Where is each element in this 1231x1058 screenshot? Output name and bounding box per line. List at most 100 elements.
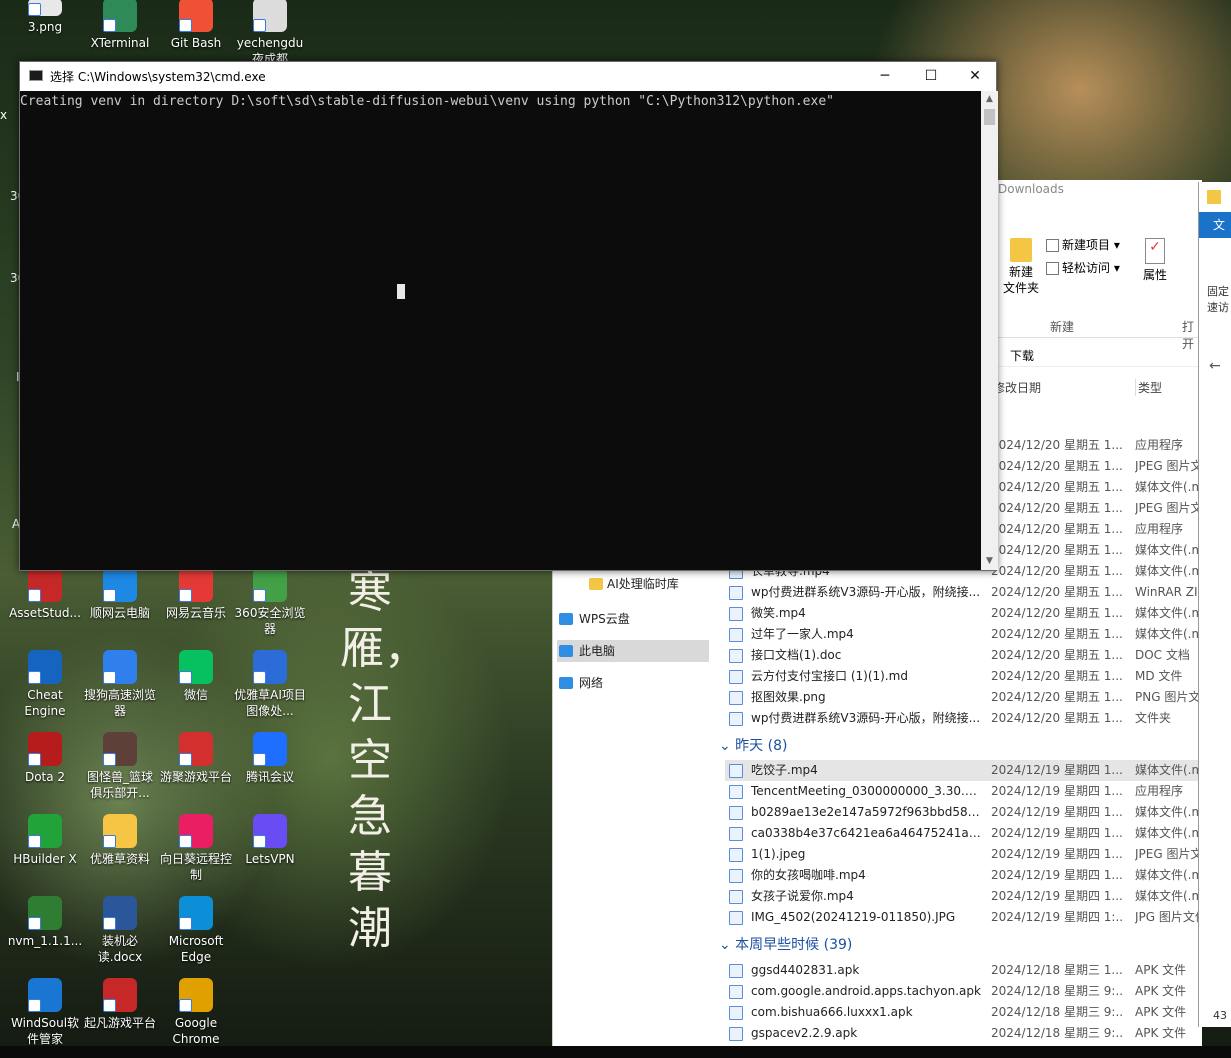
desktop-icon[interactable]: AssetStud... — [7, 568, 83, 648]
item-count: 43 — [1213, 1009, 1227, 1022]
cmd-title-bar[interactable]: 选择 C:\Windows\system32\cmd.exe ─ ☐ ✕ — [20, 62, 996, 91]
file-date: 2024/12/20 星期五 1... — [991, 480, 1123, 494]
easy-access-button[interactable]: 轻松访问 ▾ — [1046, 259, 1120, 276]
desktop-icon[interactable]: 360安全浏览器 — [232, 568, 308, 648]
file-name: com.google.android.apps.tachyon.apk — [751, 984, 981, 998]
desktop-icon[interactable]: Dota 2 — [7, 732, 83, 812]
file-icon — [729, 691, 743, 705]
file-row[interactable]: wp付费进群系统V3源码-开心版，附绕接... 2024/12/20 星期五 1.… — [725, 708, 1203, 729]
desktop-icon[interactable]: 图怪兽_篮球俱乐部开... — [82, 732, 158, 812]
properties-icon: ✓ — [1145, 238, 1165, 264]
file-row[interactable]: gspacev2.2.9.apk 2024/12/18 星期三 9:... APK … — [725, 1023, 1203, 1044]
file-row[interactable]: 微笑.mp4 2024/12/20 星期五 1... 媒体文件(.mp4) — [725, 603, 1205, 624]
file-name: TencentMeeting_0300000000_3.30.1.4... — [751, 784, 983, 798]
app-icon — [179, 650, 213, 684]
group-header-yesterday[interactable]: ⌄ 昨天 (8) — [719, 735, 787, 757]
breadcrumb[interactable]: 下载 — [998, 345, 1203, 367]
back-arrow-icon[interactable]: ← — [1209, 358, 1221, 374]
app-icon — [179, 0, 213, 32]
desktop-icon[interactable]: 向日葵远程控制 — [158, 814, 234, 894]
desktop-icon[interactable]: 顺网云电脑 — [82, 568, 158, 648]
desktop-icon-label: 微信 — [183, 688, 208, 702]
new-folder-label: 新建 文件夹 — [1002, 265, 1039, 295]
desktop-icon[interactable]: 装机必读.docx — [82, 896, 158, 976]
file-row[interactable]: TencentMeeting_0300000000_3.30.1.4... 202… — [725, 781, 1203, 802]
file-row[interactable]: 接口文档(1).doc 2024/12/20 星期五 1... DOC 文档 — [725, 645, 1203, 666]
desktop-icon[interactable]: 网易云音乐 — [158, 568, 234, 648]
file-date: 2024/12/18 星期三 1... — [991, 963, 1123, 977]
desktop-icon[interactable]: nvm_1.1.1... — [7, 896, 83, 976]
file-row[interactable]: 吃饺子.mp4 2024/12/19 星期四 1... 媒体文件(.mp4) — [725, 760, 1205, 781]
desktop-icon[interactable]: LetsVPN — [232, 814, 308, 894]
file-date: 2024/12/19 星期四 1... — [991, 826, 1123, 840]
desktop-icon-label: WindSoul软件管家 — [10, 1016, 80, 1046]
maximize-button[interactable]: ☐ — [908, 62, 954, 91]
desktop-icon[interactable]: 游聚游戏平台 — [158, 732, 234, 812]
nav-item[interactable]: AI处理临时库 — [557, 573, 709, 595]
app-icon — [103, 732, 137, 766]
app-icon — [179, 814, 213, 848]
scrollbar-thumb[interactable] — [984, 109, 995, 125]
file-name: 微笑.mp4 — [751, 606, 806, 620]
file-type: JPEG 图片文件 — [1135, 847, 1205, 861]
file-type: 媒体文件(.mp4) — [1135, 627, 1205, 641]
desktop-icon[interactable]: 微信 — [158, 650, 234, 730]
breadcrumb-downloads[interactable]: 下载 — [1010, 349, 1034, 363]
new-folder-button[interactable]: 新建 文件夹 — [1000, 238, 1042, 308]
scroll-down-arrow-icon[interactable]: ▼ — [981, 553, 998, 570]
file-row[interactable]: 你的女孩喝咖啡.mp4 2024/12/19 星期四 1... 媒体文件(.mp4) — [725, 865, 1205, 886]
desktop-icon[interactable]: 优雅草资料 — [82, 814, 158, 894]
file-tab[interactable]: 文件 — [1199, 212, 1231, 258]
console-output[interactable]: Creating venv in directory D:\soft\sd\st… — [20, 91, 981, 570]
desktop-icon[interactable]: HBuilder X — [7, 814, 83, 894]
file-date: 2024/12/20 星期五 1... — [991, 627, 1123, 641]
properties-button[interactable]: ✓ 属性 — [1140, 238, 1170, 283]
desktop-icon-label: Git Bash — [170, 36, 222, 50]
new-item-button[interactable]: 新建项目 ▾ — [1046, 236, 1120, 253]
file-row[interactable]: b0289ae13e2e147a5972f963bbd58d... 2024/12… — [725, 802, 1205, 823]
scroll-up-arrow-icon[interactable]: ▲ — [981, 91, 998, 108]
desktop-icon[interactable]: 搜狗高速浏览器 — [82, 650, 158, 730]
desktop-icon-label: 向日葵远程控制 — [159, 852, 232, 882]
nav-item[interactable]: 此电脑 — [557, 640, 709, 662]
file-name: wp付费进群系统V3源码-开心版，附绕接... — [751, 585, 981, 599]
file-row[interactable]: ca0338b4e37c6421ea6a46475241a3... 2024/12… — [725, 823, 1205, 844]
file-type: PNG 图片文件 — [1135, 690, 1205, 704]
desktop-icon[interactable]: WindSoul软件管家 — [7, 978, 83, 1058]
desktop-icon[interactable]: 优雅草AI项目图像处... — [232, 650, 308, 730]
file-date: 2024/12/20 星期五 1... — [991, 522, 1123, 536]
file-row[interactable]: com.bishua666.luxxx1.apk 2024/12/18 星期三 9… — [725, 1002, 1203, 1023]
file-type: 媒体文件(.mp4) — [1135, 889, 1205, 903]
console-scrollbar[interactable]: ▲ ▼ — [981, 91, 998, 570]
nav-item[interactable]: WPS云盘 — [557, 608, 709, 630]
close-button[interactable]: ✕ — [952, 62, 998, 91]
file-row[interactable]: 抠图效果.png 2024/12/20 星期五 1... PNG 图片文件 — [725, 687, 1205, 708]
group-header-earlier[interactable]: ⌄ 本周早些时候 (39) — [719, 934, 852, 956]
file-name: com.bishua666.luxxx1.apk — [751, 1005, 913, 1019]
minimize-button[interactable]: ─ — [862, 62, 908, 91]
nav-item[interactable]: 网络 — [557, 672, 709, 694]
file-row[interactable]: 1(1).jpeg 2024/12/19 星期四 1... JPEG 图片文件 — [725, 844, 1205, 865]
file-type: APK 文件 — [1135, 1005, 1187, 1019]
desktop-icon[interactable]: Google Chrome — [158, 978, 234, 1058]
file-icon — [729, 628, 743, 642]
file-row[interactable]: 过年了一家人.mp4 2024/12/20 星期五 1... 媒体文件(.mp4) — [725, 624, 1205, 645]
app-icon — [103, 0, 137, 32]
file-row[interactable]: ggsd4402831.apk 2024/12/18 星期三 1... APK 文件 — [725, 960, 1203, 981]
file-row[interactable]: 女孩子说爱你.mp4 2024/12/19 星期四 1... 媒体文件(.mp4) — [725, 886, 1205, 907]
pin-quick-access-button[interactable]: 固定 速访 — [1207, 284, 1229, 316]
file-name: 抠图效果.png — [751, 690, 826, 704]
column-type-header[interactable]: 类型 — [1135, 379, 1162, 396]
column-date-header[interactable]: 修改日期 — [993, 379, 1041, 396]
file-type: APK 文件 — [1135, 984, 1187, 998]
desktop-icon[interactable]: Cheat Engine — [7, 650, 83, 730]
desktop-icon[interactable]: 腾讯会议 — [232, 732, 308, 812]
app-icon — [253, 650, 287, 684]
file-row[interactable]: IMG_4502(20241219-011850).JPG 2024/12/19 … — [725, 907, 1205, 928]
desktop-icon[interactable]: 起凡游戏平台 — [82, 978, 158, 1058]
file-row[interactable]: com.google.android.apps.tachyon.apk 2024/… — [725, 981, 1203, 1002]
file-row[interactable]: 云方付支付宝接口 (1)(1).md 2024/12/20 星期五 1... MD … — [725, 666, 1203, 687]
desktop-icon[interactable]: Microsoft Edge — [158, 896, 234, 976]
file-icon — [729, 712, 743, 726]
file-row[interactable]: wp付费进群系统V3源码-开心版，附绕接... 2024/12/20 星期五 1.… — [725, 582, 1205, 603]
